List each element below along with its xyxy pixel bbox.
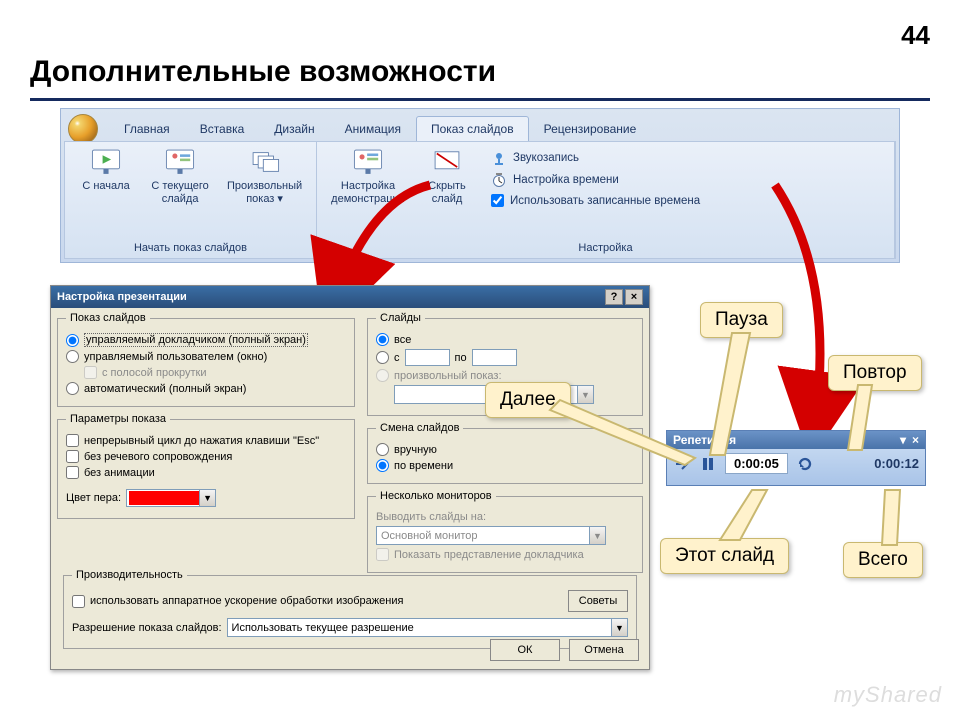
pause-icon[interactable] [699, 455, 717, 473]
group-show-options: Параметры показа непрерывный цикл до наж… [57, 413, 355, 519]
use-timings-checkbox[interactable] [491, 194, 504, 207]
chk-loop[interactable] [66, 434, 79, 447]
setup-dialog: Настройка презентации ? × Показ слайдов … [50, 285, 650, 670]
group-show-type: Показ слайдов управляемый докладчиком (п… [57, 312, 355, 407]
chk-no-narration[interactable] [66, 450, 79, 463]
dropdown-icon[interactable]: ▾ [900, 433, 906, 447]
group-advance: Смена слайдов вручную по времени [367, 422, 643, 484]
dialog-title: Настройка презентации [57, 291, 187, 303]
chk-no-anim[interactable] [66, 466, 79, 479]
slide-time: 0:00:05 [725, 453, 788, 474]
callout-next: Далее [485, 382, 571, 418]
custom-show-icon [248, 147, 282, 177]
radio-range[interactable] [376, 351, 389, 364]
ribbon-tabs: Главная Вставка Дизайн Анимация Показ сл… [109, 116, 894, 141]
pen-color[interactable]: ▼ [126, 489, 216, 507]
btn-record[interactable]: Звукозапись [491, 150, 700, 166]
radio-all[interactable] [376, 333, 389, 346]
next-icon[interactable] [673, 455, 691, 473]
callout-repeat: Повтор [828, 355, 922, 391]
radio-custom [376, 369, 389, 382]
chk-presenter [376, 548, 389, 561]
btn-hide-slide[interactable]: Скрыть слайд [417, 147, 477, 205]
tab-animation[interactable]: Анимация [330, 116, 416, 141]
range-from[interactable] [405, 349, 450, 366]
btn-from-start[interactable]: С начала [71, 147, 141, 193]
callout-total: Всего [843, 542, 923, 578]
radio-user[interactable] [66, 350, 79, 363]
cancel-button[interactable]: Отмена [569, 639, 639, 661]
callout-this-slide: Этот слайд [660, 538, 789, 574]
ribbon: Главная Вставка Дизайн Анимация Показ сл… [60, 108, 900, 263]
tab-slideshow[interactable]: Показ слайдов [416, 116, 529, 141]
office-button-icon[interactable] [68, 114, 98, 144]
tips-button[interactable]: Советы [568, 590, 628, 612]
radio-timing[interactable] [376, 459, 389, 472]
pen-swatch [129, 491, 199, 505]
range-to[interactable] [472, 349, 517, 366]
resolution-select[interactable]: Использовать текущее разрешение▼ [227, 618, 628, 637]
group-start-slideshow: С начала С текущего слайда Произвольный … [65, 142, 317, 258]
group-setup: Настройка демонстрации Скрыть слайд Звук… [317, 142, 895, 258]
group-monitors: Несколько мониторов Выводить слайды на: … [367, 490, 643, 573]
close-icon[interactable]: × [912, 433, 919, 447]
rehearsal-titlebar: Репетиция ▾ × [667, 431, 925, 449]
tab-review[interactable]: Рецензирование [529, 116, 652, 141]
group-label: Начать показ слайдов [65, 240, 316, 258]
monitor-select: Основной монитор▼ [376, 526, 606, 545]
tab-design[interactable]: Дизайн [259, 116, 329, 141]
tab-insert[interactable]: Вставка [185, 116, 260, 141]
callout-pause: Пауза [700, 302, 783, 338]
radio-manual[interactable] [376, 443, 389, 456]
from-start-icon [89, 147, 123, 177]
btn-custom-show[interactable]: Произвольный показ ▾ [219, 147, 310, 205]
radio-kiosk[interactable] [66, 382, 79, 395]
chk-use-timings[interactable]: Использовать записанные времена [491, 194, 700, 207]
radio-speaker[interactable] [66, 334, 79, 347]
rehearsal-toolbar: Репетиция ▾ × 0:00:05 0:00:12 [666, 430, 926, 486]
repeat-icon[interactable] [796, 455, 814, 473]
tab-home[interactable]: Главная [109, 116, 185, 141]
dialog-titlebar: Настройка презентации ? × [51, 286, 649, 308]
heading: Дополнительные возможности [30, 55, 496, 89]
hide-slide-icon [430, 147, 464, 177]
close-button[interactable]: × [625, 289, 643, 305]
heading-rule [30, 98, 930, 101]
btn-from-current[interactable]: С текущего слайда [145, 147, 215, 205]
setup-icon [351, 147, 385, 177]
page-number: 44 [901, 20, 930, 51]
ok-button[interactable]: ОК [490, 639, 560, 661]
record-icon [491, 150, 507, 166]
watermark: myShared [834, 682, 942, 708]
chk-scrollbar [84, 366, 97, 379]
group-label: Настройка [317, 240, 894, 258]
from-current-icon [163, 147, 197, 177]
total-time: 0:00:12 [874, 456, 919, 471]
help-button[interactable]: ? [605, 289, 623, 305]
chk-hw[interactable] [72, 595, 85, 608]
btn-rehearse[interactable]: Настройка времени [491, 172, 700, 188]
chevron-down-icon: ▼ [199, 490, 215, 506]
group-performance: Производительность использовать аппаратн… [63, 569, 637, 649]
clock-icon [491, 172, 507, 188]
ribbon-body: С начала С текущего слайда Произвольный … [64, 141, 896, 259]
btn-setup-show[interactable]: Настройка демонстрации [323, 147, 413, 205]
